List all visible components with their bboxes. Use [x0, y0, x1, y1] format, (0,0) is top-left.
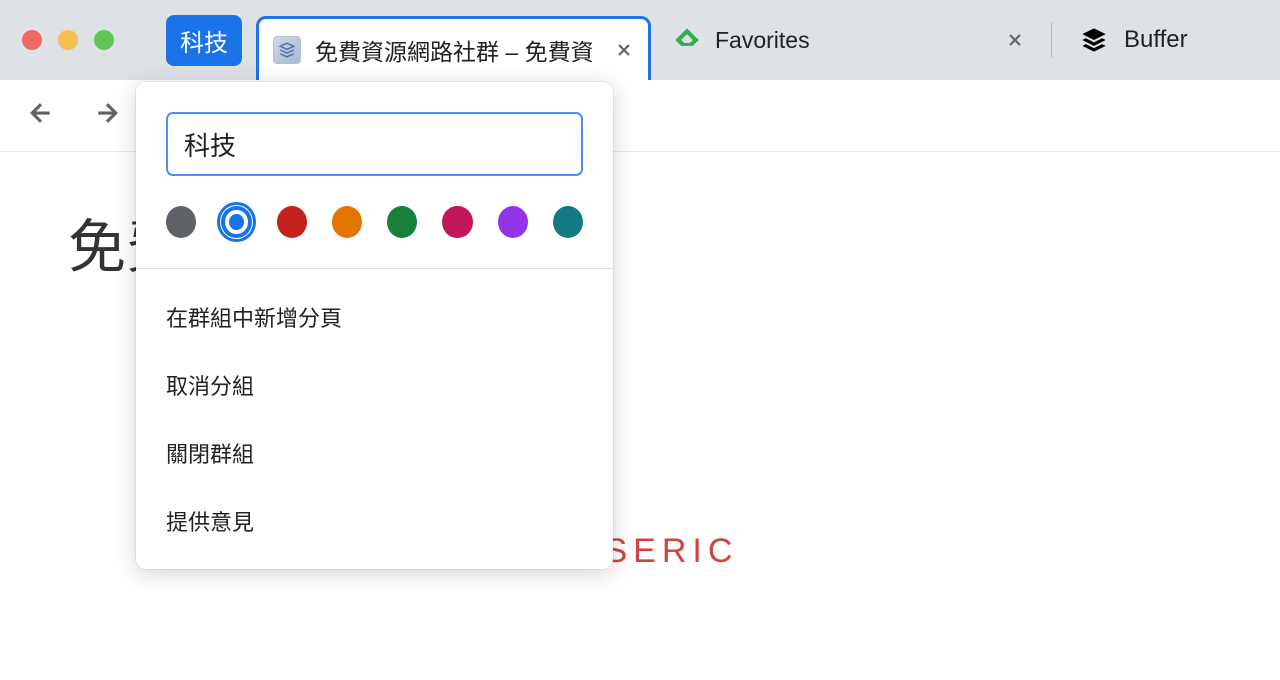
window-minimize-button[interactable] — [58, 30, 78, 50]
group-name-input[interactable] — [166, 112, 583, 176]
browser-tab[interactable]: Favorites — [659, 12, 1039, 68]
tab-group-context-menu: 在群組中新增分頁 取消分組 關閉群組 提供意見 — [136, 82, 613, 569]
menu-close-group[interactable]: 關閉群組 — [136, 419, 613, 487]
menu-ungroup[interactable]: 取消分組 — [136, 351, 613, 419]
tab-favicon — [673, 26, 701, 54]
tab-group-label[interactable]: 科技 — [166, 15, 242, 66]
tab-favicon — [273, 36, 301, 64]
window-zoom-button[interactable] — [94, 30, 114, 50]
extension-buffer[interactable]: Buffer — [1080, 26, 1188, 54]
window-close-button[interactable] — [22, 30, 42, 50]
color-option-orange[interactable] — [332, 206, 362, 238]
color-option-red[interactable] — [277, 206, 307, 238]
tab-title: Favorites — [715, 27, 995, 54]
color-option-purple[interactable] — [498, 206, 528, 238]
color-option-green[interactable] — [387, 206, 417, 238]
browser-tab-active[interactable]: 免費資源網路社群 – 免費資 — [256, 16, 651, 80]
buffer-icon — [1080, 26, 1108, 54]
menu-new-tab-in-group[interactable]: 在群組中新增分頁 — [136, 283, 613, 351]
back-button[interactable] — [26, 98, 56, 133]
color-option-grey[interactable] — [166, 206, 196, 238]
close-icon[interactable] — [614, 40, 634, 60]
window-controls — [22, 30, 114, 50]
color-option-pink[interactable] — [442, 206, 472, 238]
forward-button[interactable] — [92, 98, 122, 133]
close-icon[interactable] — [1005, 30, 1025, 50]
tab-separator — [1051, 22, 1052, 58]
extension-label: Buffer — [1124, 26, 1188, 54]
color-option-blue[interactable] — [221, 206, 251, 238]
color-option-cyan[interactable] — [553, 206, 583, 238]
group-color-picker — [136, 176, 613, 268]
group-menu-list: 在群組中新增分頁 取消分組 關閉群組 提供意見 — [136, 269, 613, 569]
menu-send-feedback[interactable]: 提供意見 — [136, 487, 613, 555]
browser-title-bar: 科技 免費資源網路社群 – 免費資 Favorites Buffer — [0, 0, 1280, 80]
tab-title: 免費資源網路社群 – 免費資 — [315, 33, 604, 67]
